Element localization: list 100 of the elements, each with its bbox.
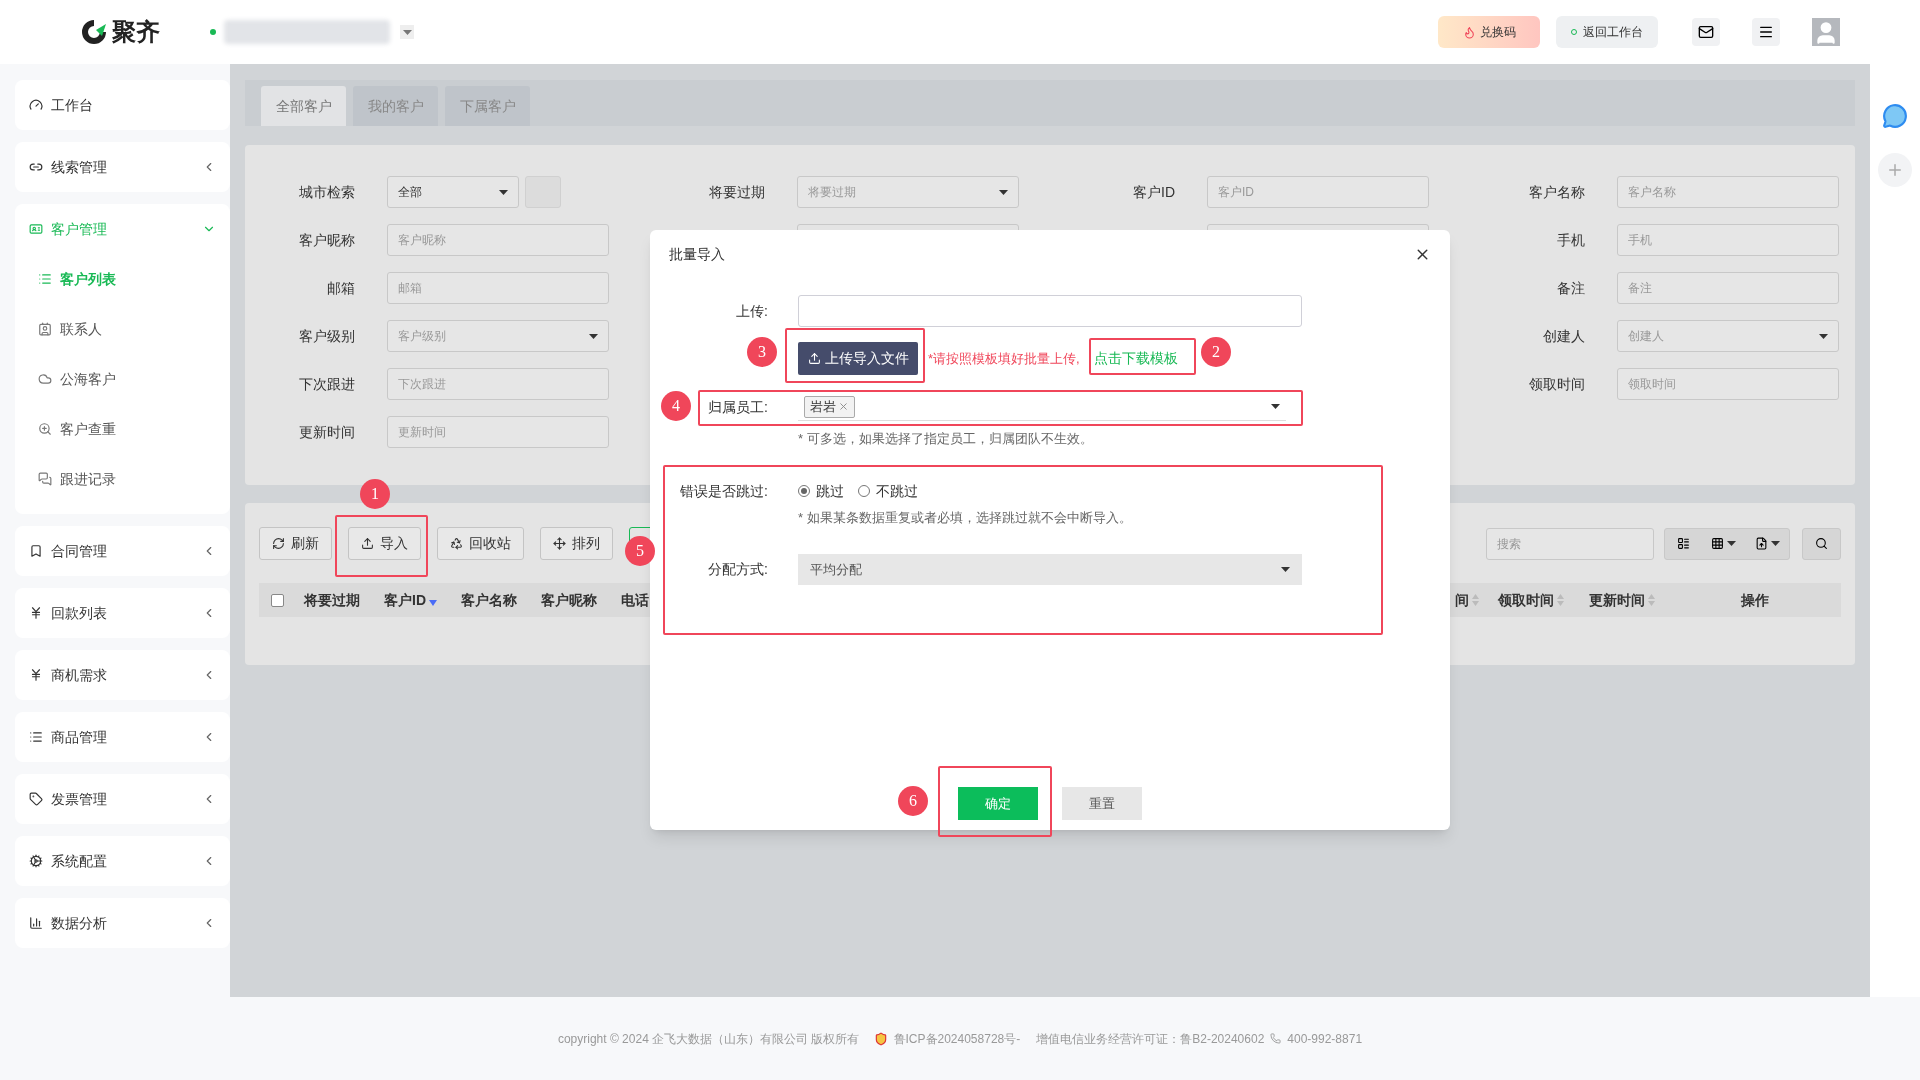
sidebar-item[interactable]: 数据分析 [15, 898, 230, 948]
field-label: 客户昵称 [298, 230, 355, 250]
checkbox[interactable] [271, 593, 284, 607]
column-header[interactable]: 将要过期 [304, 589, 360, 611]
search-icon [1815, 537, 1828, 550]
mail-icon [1698, 24, 1714, 40]
cloud-icon [38, 372, 52, 386]
radio-option[interactable]: 不跳过 [858, 480, 918, 502]
menu-button[interactable] [1752, 18, 1780, 46]
search-field[interactable]: 搜索 [1486, 527, 1654, 560]
recycle-icon [450, 537, 463, 550]
police-emblem-icon [873, 1031, 888, 1046]
redeem-button[interactable]: 兑换码 [1438, 16, 1540, 48]
sidebar-item[interactable]: 发票管理 [15, 774, 230, 824]
sidebar-subitem[interactable]: 跟进记录 [15, 454, 230, 504]
move-icon [553, 537, 566, 550]
caret-icon [589, 333, 598, 339]
logo-text: 聚齐 [112, 17, 160, 47]
phone-number: 400-992-8871 [1287, 1030, 1363, 1048]
caret-icon [402, 29, 412, 35]
zoom-icon [38, 422, 52, 436]
caret-icon [1271, 404, 1280, 409]
caret-icon [499, 189, 508, 195]
column-header[interactable]: 操作 [1741, 589, 1769, 611]
hint-text: * 如果某条数据重复或者必填，选择跳过就不会中断导入。 [798, 508, 1133, 527]
sidebar-subitem[interactable]: 客户查重 [15, 404, 230, 454]
input-field[interactable]: 客户ID [1207, 176, 1429, 208]
field-label: 归属员工: [708, 397, 768, 417]
chat-icon[interactable] [1882, 103, 1908, 129]
sidebar-item[interactable]: 合同管理 [15, 526, 230, 576]
dashboard-icon [29, 98, 43, 112]
upload-button[interactable]: 上传导入文件 [798, 342, 918, 375]
field-label: 更新时间 [298, 422, 355, 442]
sidebar-subitem[interactable]: 联系人 [15, 304, 230, 354]
caret-icon [1726, 541, 1736, 546]
sidebar-item[interactable]: 回款列表 [15, 588, 230, 638]
link-icon [29, 160, 43, 174]
assign-select[interactable]: 平均分配 [798, 554, 1302, 585]
flame-icon [1462, 25, 1476, 39]
field-label: 客户ID [1132, 182, 1175, 202]
upload-icon [361, 537, 374, 550]
field-label: 错误是否跳过: [680, 481, 768, 501]
column-header[interactable]: 客户昵称 [541, 589, 597, 611]
sidebar-item[interactable]: 商机需求 [15, 650, 230, 700]
caret-icon [1770, 541, 1780, 546]
input-field[interactable]: 备注 [1617, 272, 1839, 304]
search-button[interactable] [1802, 527, 1841, 560]
avatar[interactable] [1812, 18, 1840, 46]
dropdown-toggle[interactable] [400, 25, 414, 39]
mail-button[interactable] [1692, 18, 1720, 46]
workspace-button[interactable]: 返回工作台 [1556, 16, 1658, 48]
tab[interactable]: 全部客户 [261, 86, 346, 126]
contact-card-icon [38, 322, 52, 336]
radio-option[interactable]: 跳过 [798, 480, 844, 502]
column-header[interactable]: 电话 [621, 589, 649, 611]
sidebar-subitem[interactable]: 公海客户 [15, 354, 230, 404]
menu-icon [1758, 24, 1774, 40]
refresh-icon [272, 537, 285, 550]
bar-chart-icon [29, 916, 43, 930]
toolbar-button[interactable]: 排列 [540, 527, 613, 560]
toolbar-button[interactable]: 回收站 [437, 527, 524, 560]
toolbar-button[interactable]: 导入 [348, 527, 421, 560]
select-field[interactable]: 全部 [387, 176, 519, 208]
input-field[interactable]: 下次跟进 [387, 368, 609, 400]
field-label: 城市检索 [298, 182, 355, 202]
chat-bubbles-icon [38, 472, 52, 486]
gear-icon [29, 854, 43, 868]
sidebar-item[interactable]: 系统配置 [15, 836, 230, 886]
field-label: 客户级别 [298, 326, 355, 346]
input-field[interactable]: 更新时间 [387, 416, 609, 448]
field-label: 创建人 [1542, 326, 1585, 346]
toolbar-button[interactable]: 刷新 [259, 527, 332, 560]
caret-icon [999, 189, 1008, 195]
employee-select[interactable]: 岩岩 [798, 393, 1286, 421]
column-header[interactable]: 客户ID [384, 589, 437, 611]
input-field[interactable]: 领取时间 [1617, 368, 1839, 400]
hint-text: * 可多选，如果选择了指定员工，归属团队不生效。 [798, 430, 1094, 448]
caret-icon [1819, 333, 1828, 339]
column-header[interactable]: 间 [1455, 589, 1479, 611]
phone-icon [1270, 1033, 1282, 1044]
column-header[interactable]: 更新时间 [1589, 589, 1655, 611]
input-field[interactable]: 手机 [1617, 224, 1839, 256]
list-icon [38, 272, 52, 286]
column-header[interactable]: 领取时间 [1498, 589, 1564, 611]
input-field[interactable]: 客户昵称 [387, 224, 609, 256]
upload-field[interactable] [798, 295, 1302, 327]
field-label: 邮箱 [326, 278, 355, 298]
remove-icon[interactable] [838, 401, 849, 412]
sidebar-item[interactable]: 线索管理 [15, 142, 230, 192]
employee-tag[interactable]: 岩岩 [804, 395, 855, 418]
input-field[interactable]: 邮箱 [387, 272, 609, 304]
column-header[interactable]: 客户名称 [461, 589, 517, 611]
id-card-icon [29, 222, 43, 236]
input-field[interactable]: 客户名称 [1617, 176, 1839, 208]
grid-icon [1710, 537, 1724, 550]
reset-button[interactable]: 重置 [1062, 787, 1142, 820]
sidebar-item[interactable]: 工作台 [15, 80, 230, 130]
sidebar-item[interactable]: 商品管理 [15, 712, 230, 762]
export-icon [1754, 537, 1768, 550]
field-label: 备注 [1556, 278, 1585, 298]
